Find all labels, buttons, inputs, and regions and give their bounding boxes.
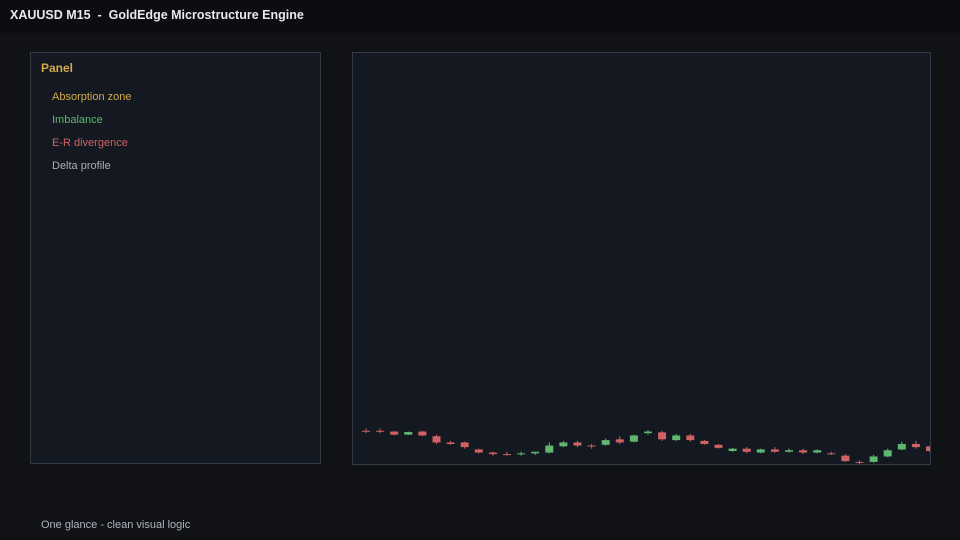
price-chart[interactable] <box>352 52 931 465</box>
candle <box>545 442 554 454</box>
candle <box>559 440 568 448</box>
candle <box>700 440 709 445</box>
candle-body <box>488 452 497 455</box>
candle-body <box>785 450 793 452</box>
candle-body <box>418 431 427 436</box>
candle <box>488 451 497 456</box>
legend-item-imbalance: Imbalance <box>52 114 103 126</box>
candle <box>728 447 737 452</box>
candle-body <box>686 435 695 441</box>
candle-body <box>756 449 765 453</box>
candle-body <box>883 450 892 457</box>
candle-body <box>460 442 469 448</box>
panel-heading: Panel <box>41 61 74 75</box>
candle <box>813 449 822 454</box>
candle <box>897 441 906 451</box>
candle-body <box>855 461 864 463</box>
candle <box>531 451 540 455</box>
candle <box>404 431 413 436</box>
candle-body <box>601 440 610 445</box>
candle-body <box>390 431 399 435</box>
candle <box>911 440 920 449</box>
candle <box>658 430 667 441</box>
candle <box>883 448 892 458</box>
candle-body <box>700 440 709 444</box>
candle-body <box>531 451 540 454</box>
candle-body <box>446 442 455 444</box>
candle-body <box>841 455 850 462</box>
candle-body <box>615 439 624 443</box>
candle <box>644 430 652 435</box>
candle <box>362 428 370 434</box>
candle <box>615 436 624 444</box>
candle <box>770 447 779 453</box>
candle <box>799 448 808 455</box>
candle-body <box>742 448 751 452</box>
candle <box>827 451 836 455</box>
candle <box>474 448 483 454</box>
legend-item-er-divergence: E-R divergence <box>52 137 128 149</box>
candle-body <box>897 444 906 450</box>
candle <box>742 447 751 454</box>
candle-body <box>869 456 878 462</box>
candle-body <box>799 450 808 453</box>
candle <box>756 448 765 454</box>
candle-body <box>503 454 511 456</box>
candle-body <box>926 446 930 451</box>
candle <box>869 454 878 463</box>
candle <box>785 448 793 453</box>
candle <box>714 444 723 449</box>
candle-body <box>672 435 681 441</box>
legend-panel: Panel Absorption zone Imbalance E-R dive… <box>30 52 321 464</box>
candle <box>446 440 455 445</box>
candle <box>390 431 399 436</box>
candle-body <box>362 430 370 432</box>
candle <box>629 434 638 443</box>
candle <box>460 441 469 449</box>
candle-body <box>432 436 441 443</box>
candle-body <box>404 432 413 435</box>
candlestick-chart <box>362 428 930 464</box>
candle-body <box>376 430 385 432</box>
candle-body <box>545 445 554 453</box>
candle-body <box>629 435 638 442</box>
candle <box>376 428 385 434</box>
legend-item-delta-profile: Delta profile <box>52 160 111 172</box>
candle-body <box>813 450 822 453</box>
candle <box>855 460 864 464</box>
candle-body <box>714 444 723 448</box>
candle-body <box>559 442 568 447</box>
candle-body <box>517 453 526 455</box>
candle-body <box>770 449 779 452</box>
candle <box>573 440 582 448</box>
candle-body <box>911 444 920 448</box>
window-title: XAUUSD M15 - GoldEdge Microstructure Eng… <box>10 8 304 22</box>
candle <box>432 434 441 444</box>
candle <box>686 433 695 442</box>
candle <box>517 451 526 456</box>
footer-caption: One glance - clean visual logic <box>41 519 191 531</box>
candle-body <box>644 431 652 434</box>
candle-body <box>573 442 582 446</box>
candle-body <box>728 448 737 451</box>
candle <box>503 451 511 456</box>
candle-body <box>658 432 667 440</box>
candle <box>601 438 610 446</box>
candle-body <box>474 449 483 453</box>
candle <box>672 433 681 441</box>
candle <box>587 444 596 449</box>
candle-body <box>827 453 836 455</box>
candle <box>926 445 930 453</box>
candle <box>841 454 850 462</box>
title-bar: XAUUSD M15 - GoldEdge Microstructure Eng… <box>0 0 960 33</box>
legend-item-absorption-zone: Absorption zone <box>52 91 132 103</box>
candle <box>418 430 427 437</box>
candle-body <box>587 445 596 447</box>
